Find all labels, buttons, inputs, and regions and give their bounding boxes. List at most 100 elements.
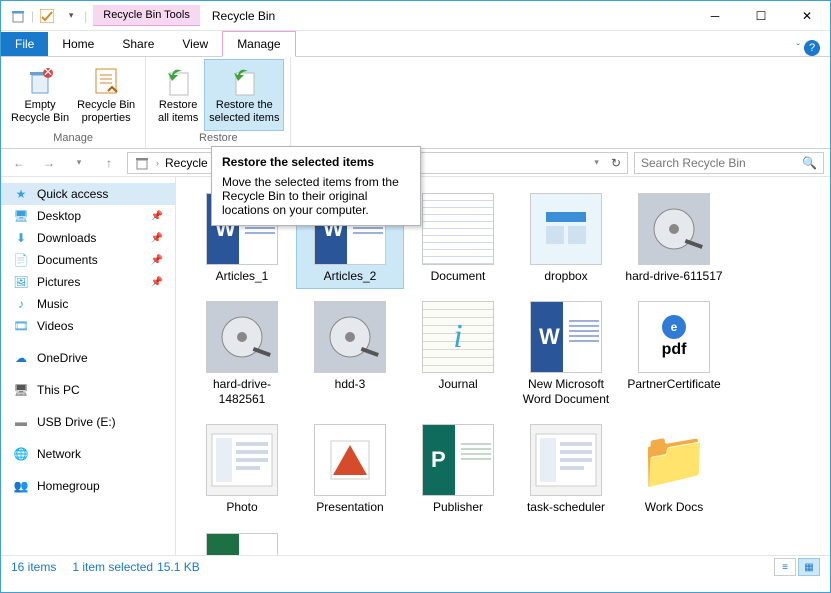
- restore-all-button[interactable]: Restore all items: [152, 59, 204, 131]
- file-item[interactable]: hard-drive-1482561: [188, 295, 296, 412]
- file-item[interactable]: 📁Work Docs: [620, 418, 728, 520]
- breadcrumb-sep: ›: [156, 158, 159, 168]
- status-selected: 1 item selected: [72, 560, 153, 574]
- sidebar-quick-access[interactable]: ★ Quick access: [1, 183, 175, 205]
- file-list[interactable]: WArticles_1WArticles_2Documentdropboxhar…: [176, 177, 830, 555]
- file-item[interactable]: WNew Microsoft Word Document: [512, 295, 620, 412]
- sidebar-item-desktop[interactable]: 🖥Desktop📌: [1, 205, 175, 227]
- recycle-bin-icon[interactable]: [7, 5, 29, 27]
- file-item[interactable]: Photo: [188, 418, 296, 520]
- sidebar-item-documents[interactable]: 📄 Documents 📌: [1, 249, 175, 271]
- documents-icon: 📄: [13, 252, 29, 268]
- sidebar-network-label: Network: [37, 447, 81, 461]
- file-name: New Microsoft Word Document: [514, 377, 618, 406]
- pin-icon: 📌: [151, 211, 163, 222]
- videos-icon: 🎞: [13, 318, 29, 334]
- breadcrumb-dropdown-icon[interactable]: ▾: [594, 157, 599, 168]
- sidebar-onedrive[interactable]: ☁ OneDrive: [1, 347, 175, 369]
- sidebar-item-label: Pictures: [37, 275, 80, 289]
- sidebar-homegroup[interactable]: 👥Homegroup: [1, 475, 175, 497]
- file-name: hard-drive-611517: [625, 269, 722, 283]
- tab-file[interactable]: File: [1, 32, 48, 56]
- help-icon[interactable]: ?: [804, 40, 820, 56]
- sidebar-onedrive-label: OneDrive: [37, 351, 88, 365]
- close-button[interactable]: ✕: [784, 1, 830, 31]
- sidebar-network[interactable]: 🌐Network: [1, 443, 175, 465]
- thispc-icon: 🖥: [13, 382, 29, 398]
- empty-recycle-bin-button[interactable]: ✕ Empty Recycle Bin: [7, 59, 73, 131]
- sidebar-usb[interactable]: ▬USB Drive (E:): [1, 411, 175, 433]
- search-input[interactable]: [641, 156, 802, 170]
- nav-recent-dropdown[interactable]: ▾: [67, 151, 91, 175]
- sidebar-quick-access-label: Quick access: [37, 187, 108, 201]
- file-item[interactable]: iJournal: [404, 295, 512, 412]
- sidebar-item-label: Documents: [37, 253, 98, 267]
- restore-selected-icon: [228, 65, 260, 97]
- tab-view[interactable]: View: [168, 32, 222, 56]
- file-name: Document: [431, 269, 486, 283]
- nav-forward-button[interactable]: →: [37, 151, 61, 175]
- tab-share[interactable]: Share: [108, 32, 168, 56]
- file-name: hdd-3: [335, 377, 366, 391]
- file-item[interactable]: dropbox: [512, 187, 620, 289]
- file-name: Work Docs: [645, 500, 703, 514]
- minimize-button[interactable]: ─: [692, 1, 738, 31]
- properties-icon[interactable]: [36, 5, 58, 27]
- search-box[interactable]: 🔍: [634, 152, 824, 174]
- ribbon-expand-icon[interactable]: ˇ: [797, 43, 800, 54]
- file-item[interactable]: hard-drive-611517: [620, 187, 728, 289]
- details-view-button[interactable]: ≡: [774, 558, 796, 576]
- ribbon-tabs: File Home Share View Manage ˇ ?: [1, 31, 830, 57]
- file-item[interactable]: PPublisher: [404, 418, 512, 520]
- svg-text:✕: ✕: [43, 65, 53, 79]
- qat-sep: |: [31, 9, 34, 23]
- sidebar-item-label: Downloads: [37, 231, 96, 245]
- sidebar-item-downloads[interactable]: ⬇Downloads📌: [1, 227, 175, 249]
- navigation-pane: ★ Quick access 🖥 Desktop 📌 ⬇Downloads📌 📄 Do…: [1, 177, 176, 555]
- nav-back-button[interactable]: ←: [7, 151, 31, 175]
- restore-all-icon: [162, 65, 194, 97]
- refresh-icon[interactable]: ↻: [605, 156, 621, 170]
- file-name: Presentation: [316, 500, 383, 514]
- pin-icon: 📌: [151, 255, 163, 266]
- onedrive-icon: ☁: [13, 350, 29, 366]
- tab-manage[interactable]: Manage: [222, 31, 295, 57]
- status-size: 15.1 KB: [157, 560, 200, 574]
- sidebar-item-music[interactable]: ♪Music: [1, 293, 175, 315]
- nav-up-button[interactable]: ↑: [97, 151, 121, 175]
- tool-context-label: Recycle Bin Tools: [93, 5, 200, 26]
- file-name: dropbox: [544, 269, 587, 283]
- qat-dropdown-icon[interactable]: ▾: [60, 5, 82, 27]
- icons-view-button[interactable]: ▦: [798, 558, 820, 576]
- file-name: hard-drive-1482561: [190, 377, 294, 406]
- breadcrumb-current: Recycle: [165, 156, 208, 170]
- file-name: Articles_2: [324, 269, 377, 283]
- sidebar-item-label: Music: [37, 297, 68, 311]
- ribbon-group-restore: Restore all items Restore the selected i…: [146, 57, 291, 148]
- view-switcher: ≡ ▦: [774, 558, 820, 576]
- tooltip-body: Move the selected items from the Recycle…: [222, 175, 410, 217]
- sidebar-item-label: Desktop: [37, 209, 81, 223]
- tab-home[interactable]: Home: [48, 32, 108, 56]
- file-item[interactable]: epdfPartnerCertificate: [620, 295, 728, 412]
- qat-sep: |: [84, 9, 87, 23]
- file-item[interactable]: Presentation: [296, 418, 404, 520]
- quick-access-toolbar: | ▾ |: [1, 5, 93, 27]
- sidebar-item-pictures[interactable]: 🖼Pictures📌: [1, 271, 175, 293]
- maximize-button[interactable]: ☐: [738, 1, 784, 31]
- sidebar-thispc[interactable]: 🖥This PC: [1, 379, 175, 401]
- ribbon-group-manage: ✕ Empty Recycle Bin Recycle Bin properti…: [1, 57, 146, 148]
- empty-bin-icon: ✕: [24, 65, 56, 97]
- file-name: Photo: [226, 500, 257, 514]
- file-item[interactable]: XWorksheet: [188, 527, 296, 555]
- search-icon: 🔍: [802, 156, 817, 170]
- file-name: Publisher: [433, 500, 483, 514]
- window-controls: ─ ☐ ✕: [692, 1, 830, 31]
- file-item[interactable]: hdd-3: [296, 295, 404, 412]
- usb-icon: ▬: [13, 414, 29, 430]
- recycle-bin-properties-button[interactable]: Recycle Bin properties: [73, 59, 139, 131]
- properties-icon: [90, 65, 122, 97]
- sidebar-item-videos[interactable]: 🎞Videos: [1, 315, 175, 337]
- restore-selected-button[interactable]: Restore the selected items: [204, 59, 284, 131]
- file-item[interactable]: task-scheduler: [512, 418, 620, 520]
